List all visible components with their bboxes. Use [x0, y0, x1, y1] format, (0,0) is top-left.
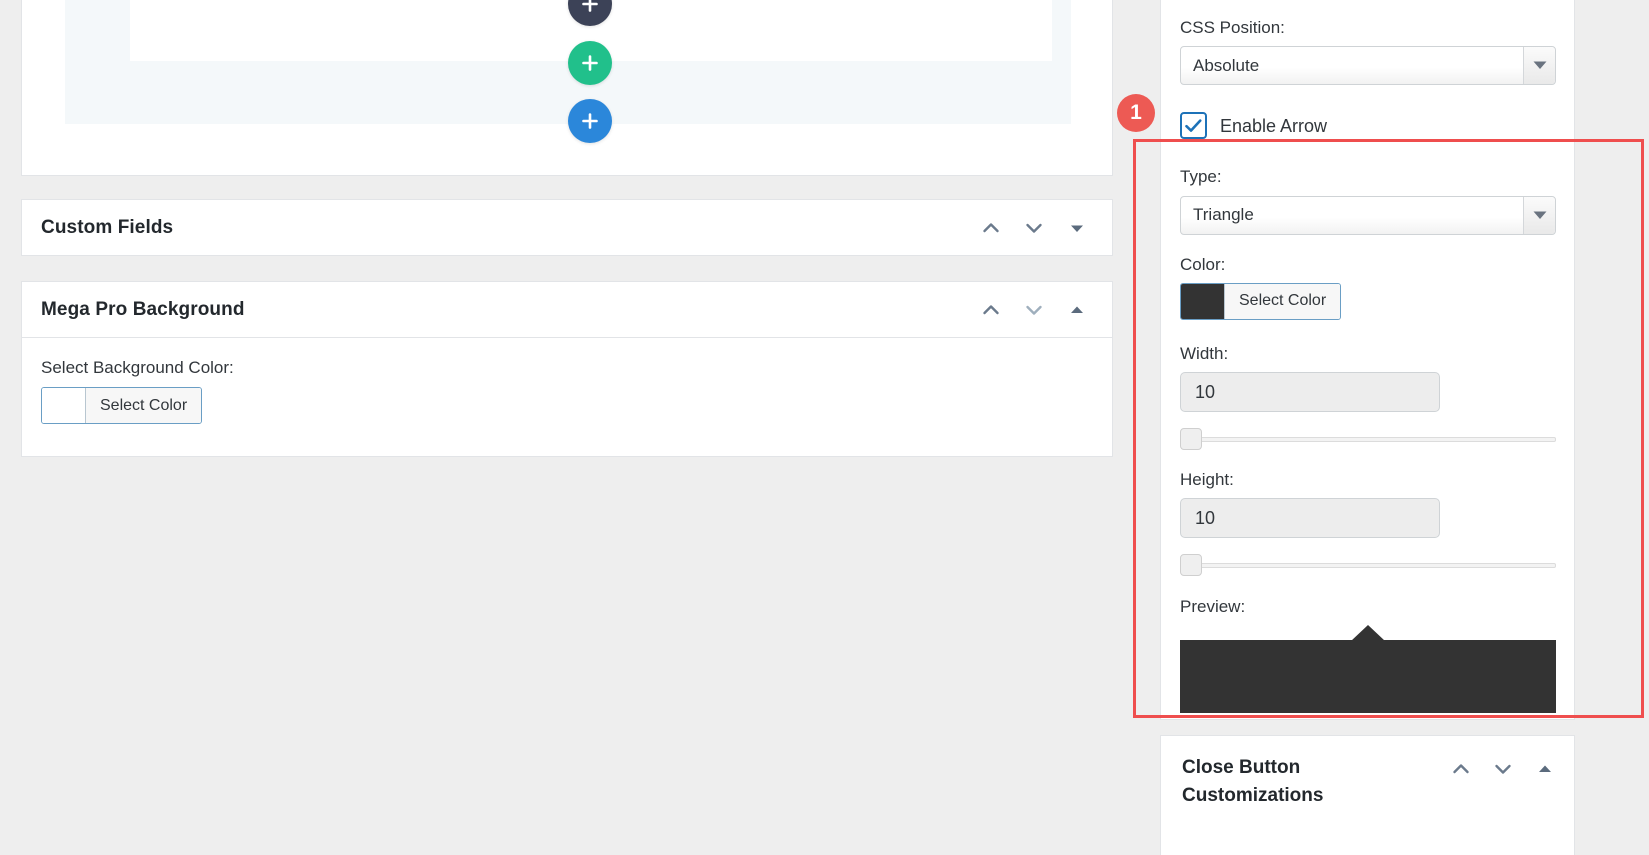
- arrow-options-group: Type: Triangle Color: Select Color Width…: [1180, 166, 1556, 713]
- arrow-preview-box: [1180, 624, 1556, 713]
- section-header[interactable]: Mega Pro Background: [22, 282, 1112, 337]
- slider-handle[interactable]: [1180, 428, 1202, 450]
- arrow-width-label: Width:: [1180, 343, 1229, 363]
- arrow-width-input[interactable]: 10: [1180, 372, 1440, 412]
- section-body: Select Background Color: Select Color: [22, 337, 1112, 456]
- section-close-button-customizations: Close Button Customizations: [1160, 735, 1575, 855]
- section-header[interactable]: Close Button Customizations: [1161, 736, 1574, 827]
- arrow-type-select[interactable]: Triangle: [1180, 195, 1556, 235]
- arrow-color-label: Color:: [1180, 254, 1226, 274]
- arrow-type-label: Type:: [1180, 167, 1222, 187]
- css-position-select[interactable]: Absolute: [1180, 46, 1556, 86]
- background-color-label: Select Background Color:: [41, 358, 234, 377]
- triangle-up-icon[interactable]: [1066, 299, 1088, 321]
- background-color-picker-label: Select Color: [86, 388, 202, 424]
- enable-arrow-row[interactable]: Enable Arrow: [1180, 112, 1556, 140]
- arrow-height-slider[interactable]: [1180, 554, 1556, 577]
- move-down-icon[interactable]: [1492, 758, 1514, 780]
- arrow-height-label: Height:: [1180, 470, 1234, 489]
- chevron-down-icon[interactable]: [1523, 47, 1555, 85]
- move-down-icon[interactable]: [1023, 217, 1045, 239]
- page-builder-panel: [21, 0, 1113, 176]
- move-up-icon[interactable]: [1450, 758, 1472, 780]
- step-badge-1: 1: [1117, 94, 1155, 132]
- enable-arrow-checkbox[interactable]: [1180, 112, 1207, 140]
- arrow-color-picker-label: Select Color: [1225, 283, 1341, 319]
- add-row-button[interactable]: [568, 41, 612, 85]
- enable-arrow-label: Enable Arrow: [1220, 115, 1328, 136]
- section-header-actions: [980, 217, 1094, 239]
- arrow-color-swatch: [1181, 283, 1225, 319]
- chevron-down-icon[interactable]: [1523, 196, 1555, 234]
- arrow-height-input[interactable]: 10: [1180, 498, 1440, 539]
- slider-track[interactable]: [1180, 437, 1556, 442]
- arrow-height-value: 10: [1195, 507, 1216, 528]
- arrow-preview-triangle: [1351, 624, 1385, 641]
- section-title: Close Button Customizations: [1182, 757, 1324, 806]
- section-mega-pro-background: Mega Pro Background Select Background Co…: [21, 281, 1113, 458]
- arrow-color-picker-button[interactable]: Select Color: [1180, 282, 1342, 320]
- css-position-value: Absolute: [1193, 55, 1260, 75]
- section-header[interactable]: Custom Fields: [22, 200, 1112, 255]
- move-up-icon[interactable]: [980, 299, 1002, 321]
- section-header-actions: [1450, 754, 1556, 780]
- arrow-type-value: Triangle: [1193, 205, 1254, 224]
- section-custom-fields: Custom Fields: [21, 199, 1113, 256]
- arrow-width-value: 10: [1195, 381, 1216, 402]
- slider-handle[interactable]: [1180, 554, 1202, 577]
- section-title: Custom Fields: [41, 216, 174, 238]
- section-header-actions: [980, 299, 1094, 321]
- triangle-down-icon[interactable]: [1066, 217, 1088, 239]
- settings-sidebar: CSS Position: Absolute Enable Arrow Type…: [1130, 0, 1649, 855]
- move-up-icon[interactable]: [980, 217, 1002, 239]
- main-content-column: Custom Fields Mega Pro Background Select…: [0, 0, 1130, 855]
- arrow-width-slider[interactable]: [1180, 428, 1556, 450]
- background-color-picker-button[interactable]: Select Color: [41, 387, 203, 425]
- add-module-button[interactable]: [568, 99, 612, 143]
- background-color-swatch: [42, 388, 86, 424]
- triangle-up-icon[interactable]: [1534, 758, 1556, 780]
- section-title: Mega Pro Background: [41, 298, 245, 320]
- arrow-preview-label: Preview:: [1180, 597, 1246, 617]
- move-down-icon[interactable]: [1023, 299, 1045, 321]
- arrow-settings-panel: CSS Position: Absolute Enable Arrow Type…: [1160, 0, 1575, 720]
- css-position-label: CSS Position:: [1180, 18, 1285, 37]
- slider-track[interactable]: [1180, 563, 1556, 569]
